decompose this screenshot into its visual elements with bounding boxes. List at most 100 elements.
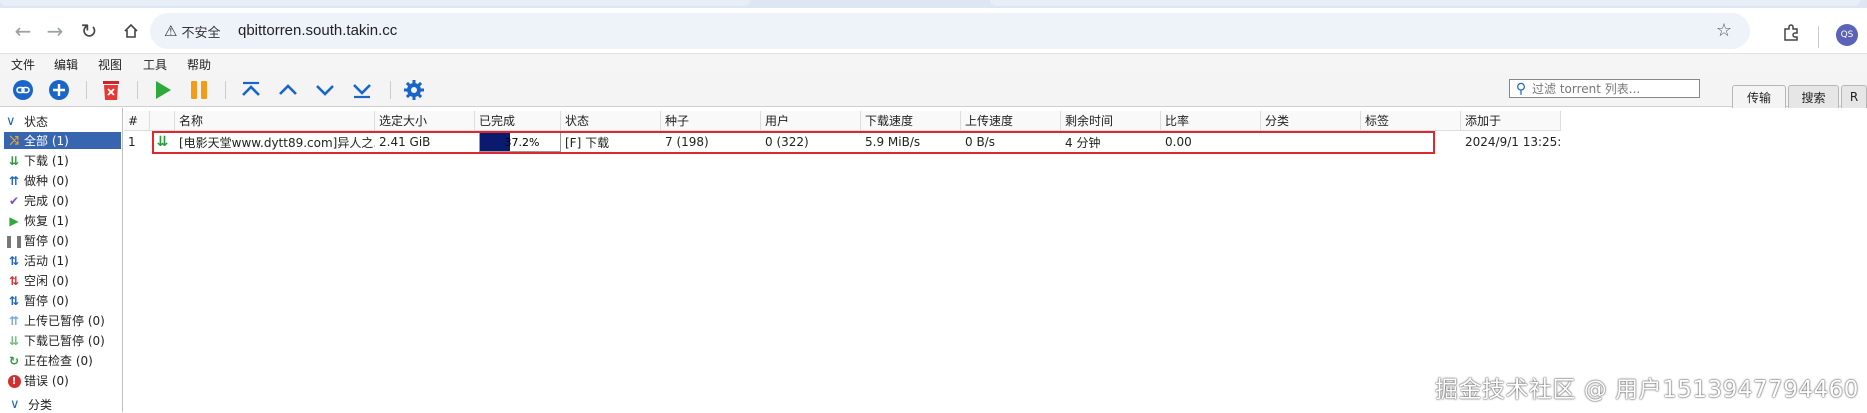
tab-rss[interactable]: R [1841, 85, 1867, 108]
cell-num: 1 [128, 135, 136, 149]
sidebar-item-all[interactable]: ⤨ 全部 (1) [4, 132, 121, 149]
bookmark-star-icon[interactable]: ☆ [1716, 20, 1732, 41]
toolbar-separator [137, 81, 138, 99]
sidebar-item-label: 暂停 (0) [24, 294, 69, 308]
sidebar-item-errored[interactable]: ! 错误 (0) [4, 372, 121, 389]
divider [1818, 26, 1819, 48]
filter-placeholder: 过滤 torrent 列表... [1532, 82, 1641, 96]
sidebar-item-checking[interactable]: ↻ 正在检查 (0) [4, 352, 121, 369]
highlight-annotation [152, 131, 1435, 154]
tab-search[interactable]: 搜索 [1788, 85, 1839, 108]
column-header-status[interactable]: 状态 [561, 111, 661, 131]
app-toolbar: ⚲ 过滤 torrent 列表... 传输 搜索 R [0, 73, 1867, 108]
pause-icon: ❚❚ [4, 233, 25, 248]
move-down-icon[interactable] [312, 78, 338, 102]
resume-icon[interactable] [150, 78, 176, 102]
sidebar-item-label: 做种 (0) [24, 174, 69, 188]
browser-tabstrip [0, 0, 1867, 8]
sidebar-item-download-paused[interactable]: ⇊ 下载已暂停 (0) [4, 332, 121, 349]
sidebar-item-seeding[interactable]: ⇈ 做种 (0) [4, 172, 121, 189]
inactive-icon: ⇅ [8, 273, 20, 288]
column-header-ratio[interactable]: 比率 [1161, 111, 1261, 131]
move-top-icon[interactable] [238, 78, 264, 102]
seeding-icon: ⇈ [8, 173, 20, 188]
stalled-icon: ⇅ [8, 293, 20, 308]
column-header-tags[interactable]: 标签 [1361, 111, 1461, 131]
add-link-icon[interactable] [10, 78, 36, 102]
chevron-down-icon: ∨ [6, 113, 16, 129]
security-label: 不安全 [181, 25, 221, 41]
sidebar-item-label: 下载 (1) [24, 154, 69, 168]
status-header-label: 状态 [24, 114, 49, 129]
column-header-seeds[interactable]: 种子 [661, 111, 761, 131]
sidebar-item-label: 错误 (0) [24, 374, 69, 388]
browser-tab[interactable] [0, 0, 750, 6]
tab-transfers[interactable]: 传输 [1732, 85, 1786, 108]
settings-gear-icon[interactable] [401, 78, 427, 102]
checking-icon: ↻ [8, 353, 20, 368]
column-header-dl-speed[interactable]: 下载速度 [861, 111, 961, 131]
all-icon: ⤨ [9, 133, 19, 147]
move-up-icon[interactable] [275, 78, 301, 102]
sidebar-item-completed[interactable]: ✔ 完成 (0) [4, 192, 121, 209]
sidebar-item-paused[interactable]: ❚❚ 暂停 (0) [4, 232, 121, 249]
column-header-size[interactable]: 选定大小 [375, 111, 475, 131]
sidebar-item-active[interactable]: ⇅ 活动 (1) [4, 252, 121, 269]
pause-icon[interactable] [186, 78, 212, 102]
extensions-icon[interactable] [1782, 24, 1800, 47]
move-bottom-icon[interactable] [349, 78, 375, 102]
upload-paused-icon: ⇈ [8, 313, 20, 328]
sidebar-item-label: 完成 (0) [24, 194, 69, 208]
toolbar-separator [86, 81, 87, 99]
menu-view[interactable]: 视图 [98, 56, 122, 73]
sidebar-item-downloading[interactable]: ⇊ 下载 (1) [4, 152, 121, 169]
torrent-table: # 名称 选定大小 已完成 状态 种子 用户 下载速度 上传速度 剩余时间 比率… [124, 108, 1867, 412]
sidebar-item-resumed[interactable]: ▶ 恢复 (1) [4, 212, 121, 229]
sidebar-item-upload-paused[interactable]: ⇈ 上传已暂停 (0) [4, 312, 121, 329]
url-text[interactable]: qbittorren.south.takin.cc [238, 22, 397, 39]
back-icon[interactable]: ← [8, 16, 38, 46]
menu-help[interactable]: 帮助 [187, 56, 211, 73]
column-header-eta[interactable]: 剩余时间 [1061, 111, 1161, 131]
sidebar-item-stalled[interactable]: ⇅ 暂停 (0) [4, 292, 121, 309]
sidebar-item-label: 上传已暂停 (0) [24, 314, 105, 328]
home-icon[interactable] [114, 16, 148, 46]
reload-icon[interactable]: ↻ [74, 16, 104, 46]
chevron-down-icon: ∨ [10, 396, 20, 412]
sidebar-item-label: 空闲 (0) [24, 274, 69, 288]
column-header-ul-speed[interactable]: 上传速度 [961, 111, 1061, 131]
profile-avatar[interactable]: QS [1836, 24, 1858, 46]
column-header-peers[interactable]: 用户 [761, 111, 861, 131]
column-header-name[interactable]: 名称 [175, 111, 375, 131]
search-icon: ⚲ [1515, 80, 1527, 97]
error-icon: ! [4, 373, 24, 388]
browser-toolbar: ← → ↻ ⚠ 不安全 qbittorren.south.takin.cc ☆ … [0, 8, 1867, 54]
menu-file[interactable]: 文件 [11, 56, 35, 73]
sidebar-item-label: 下载已暂停 (0) [24, 334, 105, 348]
sidebar-item-label: 正在检查 (0) [24, 354, 93, 368]
sidebar-item-label: 活动 (1) [24, 254, 69, 268]
security-indicator[interactable]: ⚠ 不安全 [164, 21, 220, 41]
column-header-progress[interactable]: 已完成 [475, 111, 561, 131]
forward-icon[interactable]: → [40, 16, 70, 46]
column-header-added[interactable]: 添加于 [1461, 111, 1561, 131]
column-header-num[interactable]: # [124, 111, 150, 131]
column-header-icon[interactable] [150, 111, 175, 131]
sidebar-item-label: 全部 (1) [24, 134, 69, 148]
sidebar-item-inactive[interactable]: ⇅ 空闲 (0) [4, 272, 121, 289]
active-icon: ⇅ [8, 253, 20, 268]
menu-tools[interactable]: 工具 [143, 56, 167, 73]
toolbar-separator [225, 81, 226, 99]
address-bar[interactable]: ⚠ 不安全 qbittorren.south.takin.cc ☆ [150, 13, 1750, 49]
resume-icon: ▶ [9, 213, 19, 228]
column-header-category[interactable]: 分类 [1261, 111, 1361, 131]
toolbar-separator [390, 81, 391, 99]
browser-tab[interactable] [990, 0, 1860, 6]
menu-edit[interactable]: 编辑 [54, 56, 78, 73]
status-section-header[interactable]: ∨ 状态 [6, 113, 48, 129]
sidebar-item-label: 恢复 (1) [24, 214, 69, 228]
torrent-filter-input[interactable]: ⚲ 过滤 torrent 列表... [1509, 79, 1700, 98]
delete-icon[interactable] [98, 78, 124, 102]
category-section-header[interactable]: ∨ 分类 [10, 396, 52, 412]
add-torrent-icon[interactable] [46, 78, 72, 102]
